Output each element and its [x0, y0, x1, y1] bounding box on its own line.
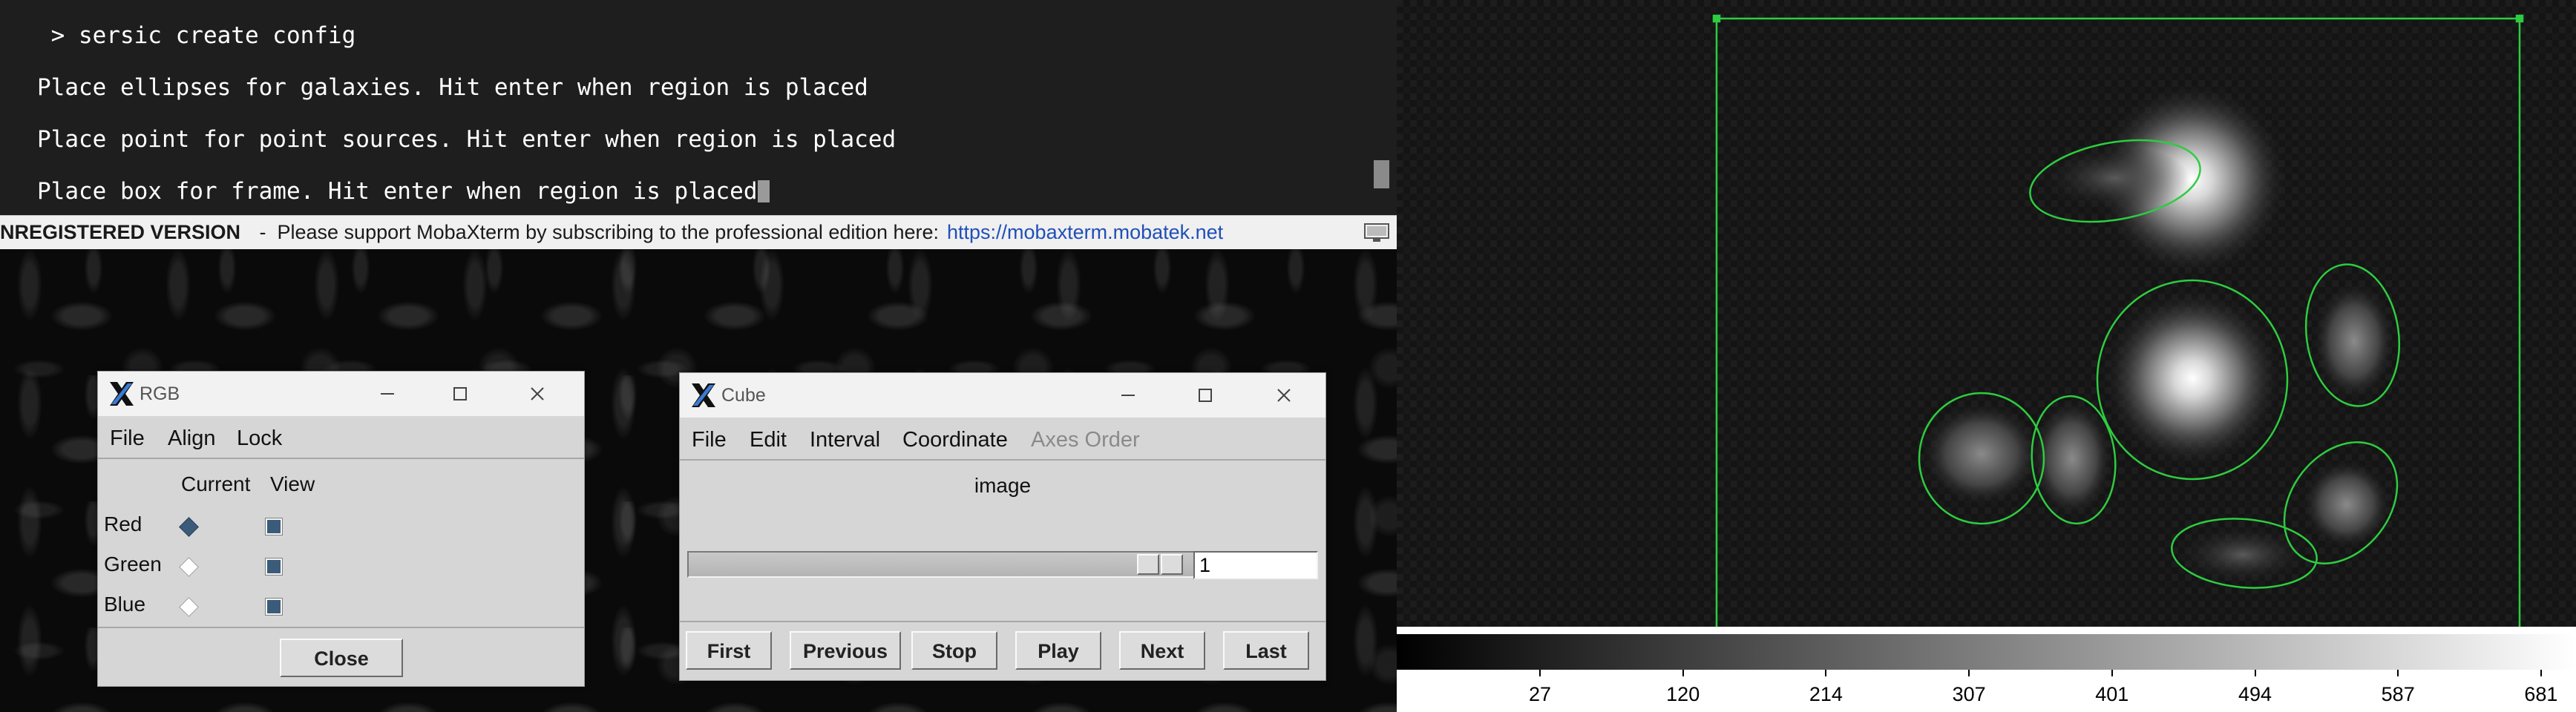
close-button[interactable]: Close — [280, 639, 403, 677]
divider — [98, 627, 584, 628]
terminal-line: Place point for point sources. Hit enter… — [37, 126, 897, 153]
menu-align[interactable]: Align — [168, 426, 216, 451]
menu-coordinate[interactable]: Coordinate — [902, 428, 1008, 452]
channel-label-green: Green — [104, 553, 162, 576]
stop-button[interactable]: Stop — [911, 631, 997, 670]
banner-message: - Please support MobaXterm by subscribin… — [254, 221, 940, 243]
mobaxterm-link[interactable]: https://mobaxterm.mobatek.net — [947, 221, 1223, 244]
channel-label-red: Red — [104, 512, 142, 535]
galaxy — [2313, 282, 2395, 400]
previous-button[interactable]: Previous — [790, 631, 901, 670]
divider — [680, 621, 1325, 622]
colorbar-separator — [1397, 627, 2576, 634]
unregistered-label: NREGISTERED VERSION — [0, 221, 241, 243]
region-handle[interactable] — [1712, 14, 1721, 23]
terminal-line-text: Place box for frame. Hit enter when regi… — [37, 178, 758, 205]
region-handle[interactable] — [2515, 14, 2524, 23]
colorbar-tick — [2397, 670, 2399, 676]
menu-bar: File Align Lock — [98, 416, 584, 459]
terminal-output[interactable]: > sersic create config Place ellipses fo… — [0, 0, 1370, 215]
menu-file[interactable]: File — [110, 426, 145, 451]
menu-edit[interactable]: Edit — [750, 428, 787, 452]
x-logo-icon — [110, 382, 134, 406]
view-checkbox-blue[interactable] — [265, 598, 283, 616]
rgb-window: RGB File Align Lock Current View Red Gre… — [97, 371, 585, 687]
menu-file[interactable]: File — [692, 428, 727, 452]
colorbar-tick-label: 120 — [1666, 683, 1700, 705]
colorbar-gradient[interactable] — [1397, 634, 2576, 670]
unregistered-banner: NREGISTERED VERSION - Please support Mob… — [0, 215, 1397, 250]
colorbar-tick — [2254, 670, 2256, 676]
colorbar-tick-label: 214 — [1809, 683, 1843, 705]
minimize-icon[interactable] — [374, 380, 401, 407]
galaxy — [1922, 402, 2041, 506]
colorbar-tick-label: 27 — [1528, 683, 1552, 705]
maximize-icon[interactable] — [447, 380, 473, 407]
colorbar-tick-label: 587 — [2381, 683, 2415, 705]
title-bar[interactable]: RGB — [98, 372, 584, 416]
view-column-header: View — [270, 472, 315, 495]
current-radio-red[interactable] — [179, 517, 199, 537]
title-bar[interactable]: Cube — [680, 373, 1325, 418]
slider-knob[interactable] — [1137, 554, 1159, 575]
menu-bar: File Edit Interval Coordinate Axes Order — [680, 418, 1325, 461]
current-column-header: Current — [181, 472, 251, 495]
colorbar-tick — [1539, 670, 1541, 676]
monitor-icon[interactable] — [1364, 223, 1389, 243]
terminal-line: > sersic create config — [37, 22, 356, 49]
colorbar-tick — [1825, 670, 1827, 676]
close-icon[interactable] — [524, 380, 551, 407]
astronomical-image[interactable] — [1397, 0, 2576, 627]
colorbar-tick — [1682, 670, 1684, 676]
bright-galaxy — [2103, 289, 2281, 467]
menu-interval[interactable]: Interval — [810, 428, 880, 452]
colorbar-tick — [2111, 670, 2113, 676]
terminal-scrollbar-thumb[interactable] — [1374, 160, 1389, 188]
view-checkbox-green[interactable] — [265, 558, 283, 576]
terminal-line: Place ellipses for galaxies. Hit enter w… — [37, 74, 868, 101]
ds9-image-panel[interactable] — [1397, 0, 2576, 627]
cube-label: image — [974, 474, 1032, 497]
x-logo-icon — [692, 383, 715, 407]
current-radio-green[interactable] — [179, 557, 199, 577]
colorbar-tick-label: 307 — [1952, 683, 1986, 705]
last-button[interactable]: Last — [1223, 631, 1309, 670]
close-icon[interactable] — [1271, 382, 1297, 409]
colorbar-tick-label: 494 — [2238, 683, 2272, 705]
colorbar-tick-label: 681 — [2524, 683, 2558, 705]
slice-slider[interactable] — [687, 551, 1195, 578]
next-button[interactable]: Next — [1119, 631, 1205, 670]
slider-knob[interactable] — [1161, 554, 1183, 575]
first-button[interactable]: First — [686, 631, 772, 670]
text-cursor — [757, 180, 770, 202]
colorbar-scale: 27 120 214 307 401 494 587 681 — [1397, 670, 2576, 712]
menu-lock[interactable]: Lock — [237, 426, 282, 451]
galaxy — [2041, 145, 2189, 211]
colorbar-tick — [2540, 670, 2542, 676]
maximize-icon[interactable] — [1192, 382, 1219, 409]
window-title: Cube — [721, 385, 766, 406]
terminal-line-current: Place box for frame. Hit enter when regi… — [37, 178, 770, 205]
colorbar-tick — [1968, 670, 1970, 676]
slice-input[interactable]: 1 — [1193, 551, 1318, 579]
play-button[interactable]: Play — [1015, 631, 1101, 670]
image-background — [1397, 0, 2576, 627]
current-radio-blue[interactable] — [179, 597, 199, 617]
cube-window: Cube File Edit Interval Coordinate Axes … — [679, 372, 1326, 681]
menu-axes-order: Axes Order — [1031, 428, 1140, 452]
colorbar-tick-label: 401 — [2095, 683, 2129, 705]
channel-label-blue: Blue — [104, 593, 146, 616]
minimize-icon[interactable] — [1115, 382, 1141, 409]
window-title: RGB — [140, 383, 180, 404]
view-checkbox-red[interactable] — [265, 518, 283, 535]
